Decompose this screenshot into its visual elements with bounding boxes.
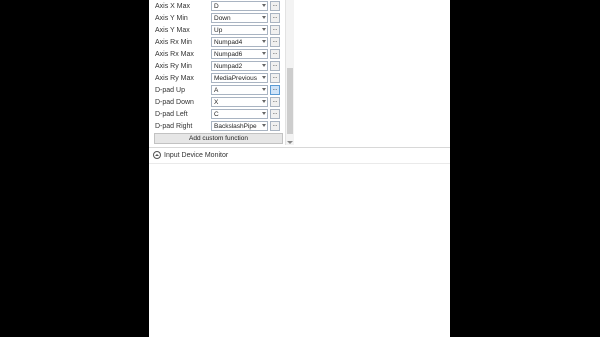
key-select-value: MediaPrevious [214, 75, 257, 82]
mapping-label: D-pad Left [155, 111, 188, 118]
more-options-button[interactable]: ... [270, 49, 280, 59]
section-divider [149, 147, 450, 148]
more-options-button[interactable]: ... [270, 13, 280, 23]
key-select[interactable]: Numpad2 [211, 61, 268, 71]
mapping-label: Axis Rx Max [155, 51, 194, 58]
mapping-label: D-pad Up [155, 87, 185, 94]
mapping-label: Axis X Max [155, 3, 191, 10]
chevron-down-icon [262, 52, 266, 55]
mapping-label: Axis Ry Max [155, 75, 194, 82]
settings-window: Axis X Max D ... Axis Y Min Down ... Axi… [149, 0, 450, 337]
section-divider [149, 163, 450, 164]
key-select[interactable]: C [211, 109, 268, 119]
chevron-down-icon [262, 16, 266, 19]
key-select-value: X [214, 99, 219, 106]
key-select[interactable]: BackslashPipe [211, 121, 268, 131]
more-options-button[interactable]: ... [270, 85, 280, 95]
key-select-value: C [214, 111, 219, 118]
chevron-down-icon [262, 28, 266, 31]
key-select-value: BackslashPipe [214, 123, 257, 130]
chevron-down-icon [262, 76, 266, 79]
chevron-down-icon [262, 40, 266, 43]
more-options-button[interactable]: ... [270, 109, 280, 119]
key-select[interactable]: A [211, 85, 268, 95]
mapping-label: Axis Y Min [155, 15, 188, 22]
chevron-down-icon [262, 4, 266, 7]
key-select-value: A [214, 87, 219, 94]
key-select[interactable]: MediaPrevious [211, 73, 268, 83]
key-select[interactable]: D [211, 1, 268, 11]
key-select-value: Down [214, 15, 231, 22]
chevron-down-icon [262, 112, 266, 115]
expand-up-icon[interactable] [153, 151, 161, 159]
more-options-button[interactable]: ... [270, 25, 280, 35]
mapping-label: D-pad Right [155, 123, 193, 130]
more-options-button[interactable]: ... [270, 97, 280, 107]
key-select-value: D [214, 3, 219, 10]
vertical-scrollbar[interactable] [285, 0, 294, 145]
key-select[interactable]: Numpad4 [211, 37, 268, 47]
chevron-down-icon [262, 124, 266, 127]
scroll-down-icon[interactable] [287, 141, 293, 144]
key-select[interactable]: Numpad6 [211, 49, 268, 59]
mapping-panel: Axis X Max D ... Axis Y Min Down ... Axi… [149, 0, 445, 150]
more-options-button[interactable]: ... [270, 73, 280, 83]
mapping-label: Axis Rx Min [155, 39, 192, 46]
more-options-button[interactable]: ... [270, 121, 280, 131]
scrollbar-thumb[interactable] [287, 68, 293, 134]
input-device-monitor-toggle[interactable]: Input Device Monitor [153, 151, 273, 161]
mapping-label: Axis Y Max [155, 27, 190, 34]
key-select-value: Numpad2 [214, 63, 243, 70]
input-device-monitor-label: Input Device Monitor [164, 152, 229, 159]
more-options-button[interactable]: ... [270, 37, 280, 47]
mapping-label: D-pad Down [155, 99, 194, 106]
mapping-label: Axis Ry Min [155, 63, 192, 70]
key-select-value: Up [214, 27, 223, 34]
key-select[interactable]: Down [211, 13, 268, 23]
key-select[interactable]: Up [211, 25, 268, 35]
key-select[interactable]: X [211, 97, 268, 107]
add-custom-function-button[interactable]: Add custom function [154, 133, 283, 144]
chevron-down-icon [262, 64, 266, 67]
chevron-down-icon [262, 100, 266, 103]
key-select-value: Numpad4 [214, 39, 243, 46]
chevron-down-icon [262, 88, 266, 91]
more-options-button[interactable]: ... [270, 1, 280, 11]
more-options-button[interactable]: ... [270, 61, 280, 71]
key-select-value: Numpad6 [214, 51, 243, 58]
